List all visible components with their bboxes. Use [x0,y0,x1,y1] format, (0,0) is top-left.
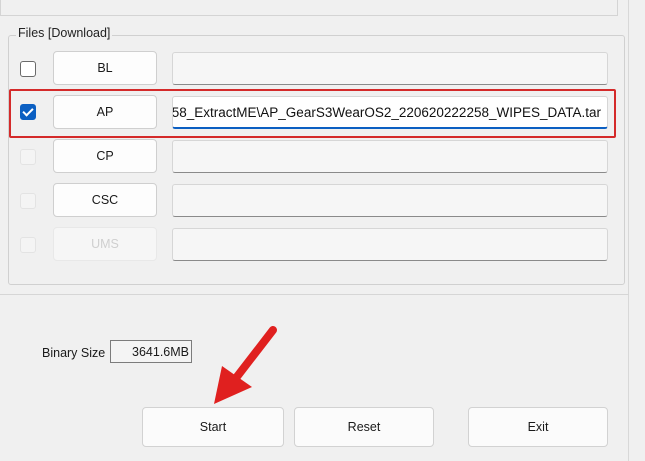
odin-window: Files [Download] BL AP 0222258_ExtractME… [0,0,645,461]
cp-path-field[interactable] [172,140,608,173]
ap-checkbox[interactable] [20,104,36,120]
bl-checkbox[interactable] [20,61,36,77]
bl-path-field[interactable] [172,52,608,85]
previous-panel-edge [0,0,618,16]
window-edge [628,0,629,461]
binary-size-label: Binary Size [42,346,106,360]
csc-checkbox[interactable] [20,193,36,209]
files-group-title: Files [Download] [16,26,113,40]
ums-checkbox[interactable] [20,237,36,253]
start-button[interactable]: Start [142,407,284,447]
divider [0,294,629,295]
cp-checkbox[interactable] [20,149,36,165]
binary-size-value: 3641.6MB [110,340,192,363]
ap-path-field[interactable]: 0222258_ExtractME\AP_GearS3WearOS2_22062… [172,96,608,129]
reset-button[interactable]: Reset [294,407,434,447]
ap-path-text: 0222258_ExtractME\AP_GearS3WearOS2_22062… [172,105,601,120]
csc-button[interactable]: CSC [53,183,157,217]
csc-path-field[interactable] [172,184,608,217]
ums-path-field[interactable] [172,228,608,261]
bl-button[interactable]: BL [53,51,157,85]
ums-button[interactable]: UMS [53,227,157,261]
ap-button[interactable]: AP [53,95,157,129]
cp-button[interactable]: CP [53,139,157,173]
exit-button[interactable]: Exit [468,407,608,447]
